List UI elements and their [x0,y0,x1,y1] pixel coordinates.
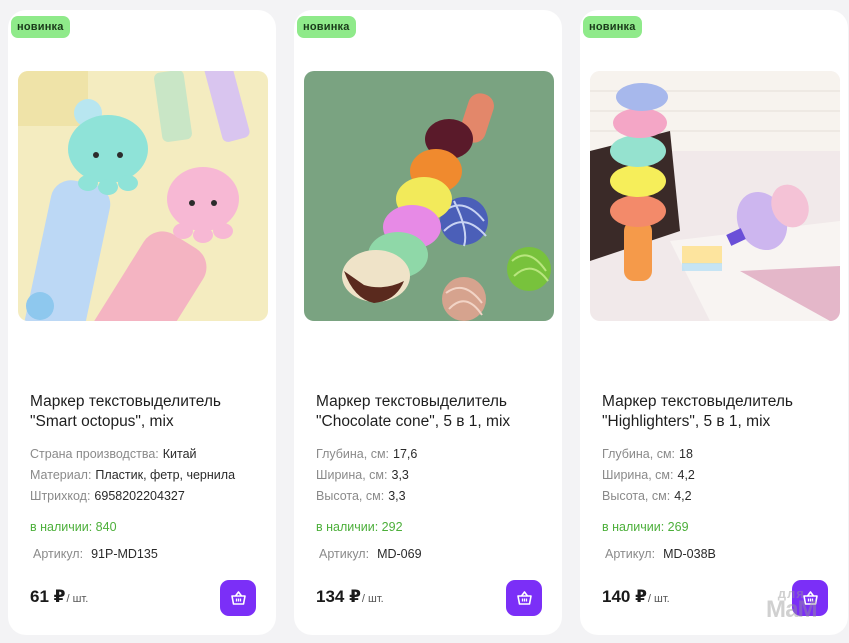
spec-key: Высота, см: [602,489,671,503]
product-title[interactable]: Маркер текстовыделитель "Highlighters", … [602,392,832,432]
spec-value: 3,3 [388,489,406,503]
product-specs: Глубина, см: 17,6 Ширина, см: 3,3 Высота, … [316,444,556,507]
price-unit: / шт. [361,593,384,605]
stock-status: в наличии: 840 [30,520,117,534]
spec-value: 6958202204327 [94,489,185,503]
spec-row: Штрихкод: 6958202204327 [30,486,270,507]
product-specs: Глубина, см: 18 Ширина, см: 4,2 Высота, см… [602,444,842,507]
product-title[interactable]: Маркер текстовыделитель "Smart octopus",… [30,392,260,432]
article-value: MD-038B [663,547,716,561]
article-label: Артикул: [33,547,84,561]
product-image[interactable] [18,71,268,321]
price-unit: / шт. [647,593,670,605]
spec-row: Ширина, см: 4,2 [602,465,842,486]
basket-icon [230,591,246,605]
product-price: 134 ₽/ шт. [316,587,384,607]
spec-row: Ширина, см: 3,3 [316,465,556,486]
spec-value: 4,2 [674,489,692,503]
add-to-cart-button[interactable] [506,580,542,616]
product-grid: новинка Маркер текстовыделитель "Smart o… [0,0,849,643]
product-card[interactable]: новинка [8,10,276,635]
product-price: 61 ₽/ шт. [30,587,88,607]
spec-key: Глубина, см: [316,447,390,461]
spec-value: Китай [162,447,197,461]
stock-status: в наличии: 269 [602,520,689,534]
article-number: Артикул: 91P-MD135 [33,547,158,561]
article-value: MD-069 [377,547,422,561]
spec-key: Материал: [30,468,92,482]
spec-row: Глубина, см: 17,6 [316,444,556,465]
article-number: Артикул: MD-038B [605,547,716,561]
stock-status: в наличии: 292 [316,520,403,534]
product-price: 140 ₽/ шт. [602,587,670,607]
price-value: 140 ₽ [602,587,647,606]
basket-icon [516,591,532,605]
chocolate-cone-marker-photo [304,71,554,321]
spec-row: Страна производства: Китай [30,444,270,465]
new-badge: новинка [583,16,642,38]
spec-value: 17,6 [393,447,418,461]
spec-key: Ширина, см: [602,468,674,482]
product-title[interactable]: Маркер текстовыделитель "Chocolate cone"… [316,392,546,432]
spec-row: Глубина, см: 18 [602,444,842,465]
spec-value: Пластик, фетр, чернила [95,468,236,482]
article-number: Артикул: MD-069 [319,547,422,561]
spec-row: Высота, см: 3,3 [316,486,556,507]
spec-key: Страна производства: [30,447,159,461]
octopus-marker-photo [18,71,268,321]
price-unit: / шт. [66,593,89,605]
product-card[interactable]: новинка Маркер текстовыделитель "Chocola… [294,10,562,635]
spec-value: 4,2 [677,468,695,482]
add-to-cart-button[interactable] [220,580,256,616]
spec-row: Высота, см: 4,2 [602,486,842,507]
spec-key: Штрихкод: [30,489,91,503]
new-badge: новинка [297,16,356,38]
price-value: 61 ₽ [30,587,66,606]
watermark-line2: МаМ [766,596,818,623]
spec-key: Ширина, см: [316,468,388,482]
article-value: 91P-MD135 [91,547,158,561]
article-label: Артикул: [319,547,370,561]
macaron-highlighter-photo [590,71,840,321]
product-image[interactable] [304,71,554,321]
spec-key: Глубина, см: [602,447,676,461]
new-badge: новинка [11,16,70,38]
watermark-logo: для МаМ [766,586,818,623]
product-specs: Страна производства: Китай Материал: Пласт… [30,444,270,507]
product-card[interactable]: новинка [580,10,848,635]
spec-value: 18 [679,447,693,461]
product-image[interactable] [590,71,840,321]
spec-key: Высота, см: [316,489,385,503]
price-value: 134 ₽ [316,587,361,606]
spec-row: Материал: Пластик, фетр, чернила [30,465,270,486]
article-label: Артикул: [605,547,656,561]
spec-value: 3,3 [391,468,409,482]
